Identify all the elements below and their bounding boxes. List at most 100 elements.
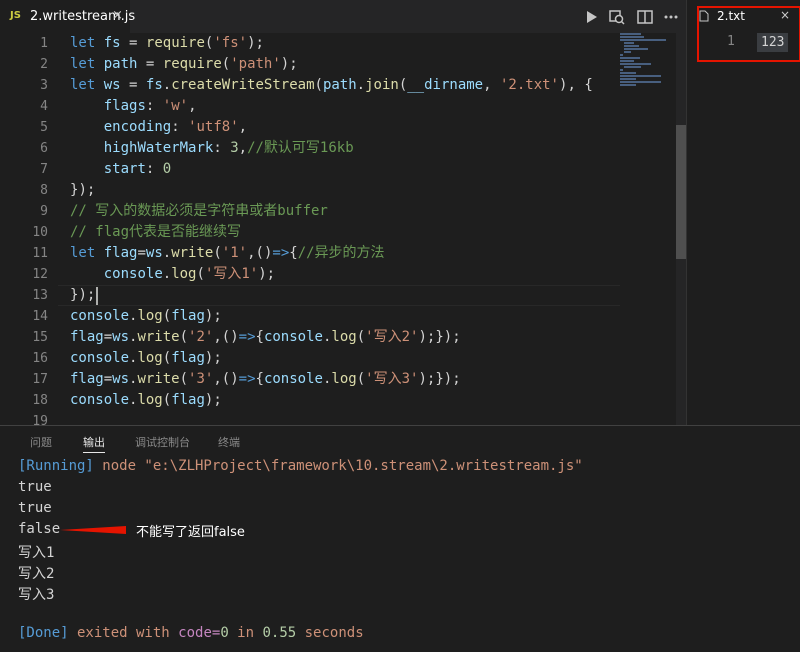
line-number: 10 <box>32 225 48 240</box>
output-line: 写入2 <box>18 566 55 582</box>
more-actions-icon[interactable] <box>662 8 680 26</box>
file-icon <box>699 10 709 22</box>
line-number: 12 <box>32 267 48 282</box>
line-number: 18 <box>32 393 48 408</box>
minimap-line <box>620 81 661 83</box>
code-line[interactable]: let fs = require('fs'); <box>70 33 264 54</box>
debug-search-icon[interactable] <box>608 8 626 26</box>
code-line[interactable]: // flag代表是否能继续写 <box>70 222 241 243</box>
minimap-line <box>620 39 666 41</box>
done-code-value: 0 <box>220 625 229 641</box>
minimap-line <box>620 69 623 71</box>
output-running-line: [Running] node "e:\ZLHProject\framework\… <box>18 458 583 474</box>
line-number: 7 <box>40 162 48 177</box>
done-label: [Done] <box>18 625 69 641</box>
line-number: 9 <box>40 204 48 219</box>
line-number: 4 <box>40 99 48 114</box>
minimap[interactable] <box>620 33 676 93</box>
done-exited: exited with <box>68 625 179 641</box>
line-number: 3 <box>40 78 48 93</box>
done-code: code= <box>178 625 221 641</box>
current-line-highlight <box>58 285 620 306</box>
code-line[interactable]: console.log(flag); <box>70 390 222 411</box>
output-panel: 问题 输出 调试控制台 终端 [Running] node "e:\ZLHPro… <box>0 425 800 652</box>
run-command: node "e:\ZLHProject\framework\10.stream\… <box>93 458 583 474</box>
code-line[interactable]: highWaterMark: 3,//默认可写16kb <box>70 138 354 159</box>
minimap-line <box>624 45 640 47</box>
annotation-arrow-icon <box>60 526 126 534</box>
minimap-line <box>620 75 661 77</box>
line-number: 8 <box>40 183 48 198</box>
scrollbar-thumb[interactable] <box>676 125 686 259</box>
code-editor[interactable]: 1 2 3 4 5 6 7 8 9 10 11 12 13 14 15 16 17 18 19 let fs = r… <box>0 33 686 429</box>
running-label: [Running] <box>18 458 94 474</box>
tab-2-txt[interactable]: 2.txt × <box>687 0 800 33</box>
line-number: 6 <box>40 141 48 156</box>
minimap-line <box>620 57 640 59</box>
js-file-icon: JS <box>10 10 21 21</box>
secondary-tab-bar: 2.txt × <box>687 0 800 33</box>
output-line: 写入3 <box>18 587 55 603</box>
tab-output[interactable]: 输出 <box>83 434 105 450</box>
minimap-line <box>620 84 637 86</box>
tab-terminal[interactable]: 终端 <box>218 434 240 450</box>
code-line[interactable]: console.log(flag); <box>70 348 222 369</box>
line-number-gutter: 1 2 3 4 5 6 7 8 9 10 11 12 13 14 15 16 17 18 19 <box>0 33 58 429</box>
code-line[interactable]: console.log('写入1'); <box>70 264 275 285</box>
minimap-line <box>624 48 649 50</box>
output-done-line: [Done] exited with code=0 in 0.55 second… <box>18 625 364 641</box>
minimap-line <box>620 63 651 65</box>
minimap-line <box>624 51 632 53</box>
split-editor-icon[interactable] <box>636 8 654 26</box>
minimap-line <box>624 66 642 68</box>
editor-tab-bar: JS 2.writestream.js × <box>0 0 686 33</box>
line-number: 14 <box>32 309 48 324</box>
line-number: 16 <box>32 351 48 366</box>
code-line[interactable]: }); <box>70 180 95 201</box>
code-line[interactable]: start: 0 <box>70 159 171 180</box>
minimap-line <box>620 60 634 62</box>
code-line[interactable]: flag=ws.write('2',()=>{console.log('写入2'… <box>70 327 461 348</box>
done-suffix: seconds <box>296 625 364 641</box>
code-line[interactable]: let flag=ws.write('1',()=>{//异步的方法 <box>70 243 385 264</box>
line-number: 2 <box>40 57 48 72</box>
close-icon[interactable]: × <box>112 8 123 23</box>
code-line[interactable]: flag=ws.write('3',()=>{console.log('写入3'… <box>70 369 461 390</box>
done-seconds: 0.55 <box>262 625 297 641</box>
tab-writestream-js[interactable]: JS 2.writestream.js × <box>0 0 135 33</box>
active-tab-indicator <box>83 452 105 453</box>
minimap-line <box>624 42 634 44</box>
annotation-text: 不能写了返回false <box>136 525 245 540</box>
line-number: 17 <box>32 372 48 387</box>
text-cursor <box>96 287 98 305</box>
line-number: 15 <box>32 330 48 345</box>
output-line: true <box>18 500 52 516</box>
minimap-line <box>620 33 641 35</box>
tab-problems[interactable]: 问题 <box>30 434 52 450</box>
code-line[interactable]: let ws = fs.createWriteStream(path.join(… <box>70 75 593 96</box>
line-number: 1 <box>727 34 735 49</box>
minimap-line <box>620 54 623 56</box>
code-line[interactable]: encoding: 'utf8', <box>70 117 247 138</box>
minimap-line <box>620 36 645 38</box>
minimap-line <box>620 72 637 74</box>
code-line[interactable]: flags: 'w', <box>70 96 197 117</box>
tab-debug-console[interactable]: 调试控制台 <box>135 434 190 450</box>
code-line[interactable]: }); <box>70 285 95 306</box>
close-icon[interactable]: × <box>780 8 790 22</box>
file-content[interactable]: 123 <box>757 33 789 52</box>
output-line: false <box>18 521 61 537</box>
minimap-line <box>620 78 637 80</box>
code-line[interactable]: let path = require('path'); <box>70 54 298 75</box>
line-number: 11 <box>32 246 48 261</box>
code-line[interactable]: // 写入的数据必须是字符串或者buffer <box>70 201 328 222</box>
tab-label: 2.txt <box>717 9 745 23</box>
line-number: 13 <box>32 288 48 303</box>
run-icon[interactable] <box>582 8 600 26</box>
output-line: 写入1 <box>18 545 55 561</box>
line-number: 1 <box>40 36 48 51</box>
code-line[interactable]: console.log(flag); <box>70 306 222 327</box>
secondary-editor-group: 2.txt × 1 123 <box>686 0 800 425</box>
done-in: in <box>228 625 263 641</box>
line-number: 5 <box>40 120 48 135</box>
